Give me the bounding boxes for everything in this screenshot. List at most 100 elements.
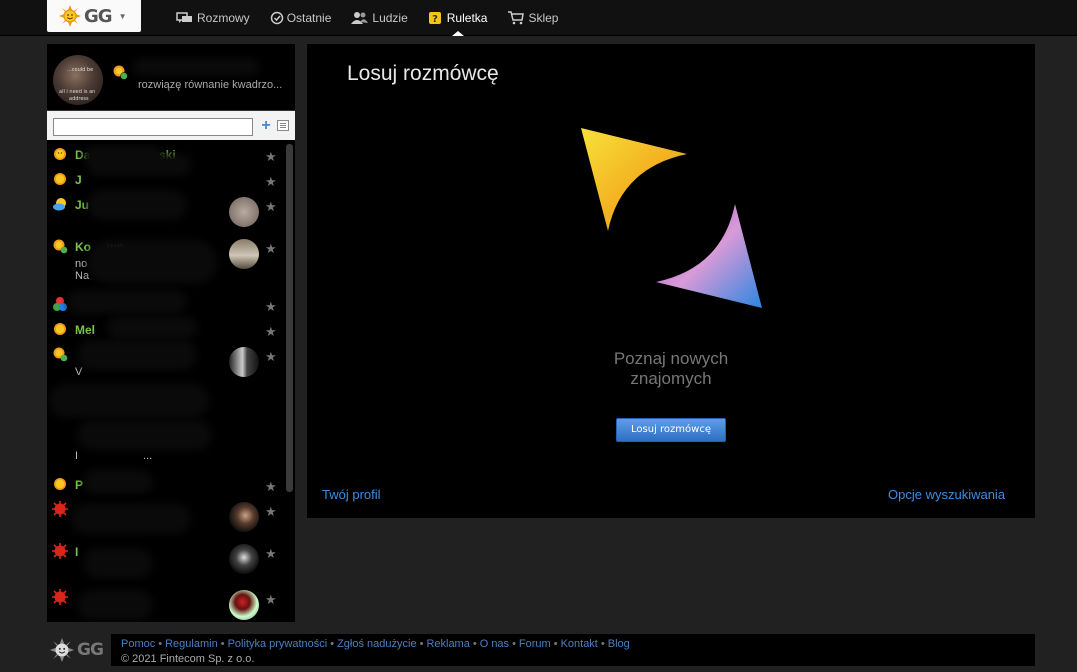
footer-link-contact[interactable]: Kontakt (561, 638, 598, 650)
roulette-tagline: Poznaj nowych znajomych (565, 349, 777, 389)
active-indicator (451, 31, 464, 36)
footer-link-pomoc[interactable]: Pomoc (121, 638, 155, 650)
contact-avatar[interactable] (229, 347, 259, 377)
status-online-icon (54, 323, 66, 335)
svg-text:?: ? (432, 14, 438, 25)
favorite-star-icon[interactable]: ★ (265, 174, 277, 190)
nav-rozmowy[interactable]: Rozmowy (166, 0, 260, 36)
status-online-icon (54, 148, 66, 160)
status-online-icon (54, 173, 66, 185)
redacted-area (77, 590, 153, 620)
contact-avatar[interactable] (229, 544, 259, 574)
roulette-icon: ? (428, 12, 441, 25)
contact-name: J (75, 173, 82, 187)
status-offline-icon (52, 589, 68, 605)
my-profile-link[interactable]: Twój profil (322, 487, 381, 502)
gg-sun-logo-icon (59, 5, 81, 27)
footer-link-about[interactable]: O nas (480, 638, 509, 650)
favorite-star-icon[interactable]: ★ (265, 546, 277, 562)
contact-avatar[interactable] (229, 590, 259, 620)
nav-ludzie[interactable]: Ludzie (341, 0, 417, 36)
contact-avatar[interactable] (229, 502, 259, 532)
favorite-star-icon[interactable]: ★ (265, 299, 277, 315)
my-description: rozwiązę równanie kwadrzo... (138, 79, 283, 91)
footer-logo-text: GG (77, 640, 104, 660)
contact-name: Mel (75, 323, 96, 337)
contact-avatar[interactable] (229, 197, 259, 227)
footer: Pomoc • Regulamin • Polityka prywatności • Zgł… (111, 634, 1035, 666)
contact-name: P (75, 478, 84, 492)
draw-partner-button[interactable]: Losuj rozmówcę (616, 418, 726, 442)
status-colorful-icon (53, 297, 67, 311)
tagline-line-2: znajomych (630, 369, 712, 388)
status-online-mobile-icon (53, 347, 68, 362)
status-offline-icon (52, 501, 68, 517)
main-nav: Rozmowy Ostatnie Ludzie ? Ruletka Sklep (166, 0, 568, 36)
search-options-link[interactable]: Opcje wyszukiwania (888, 487, 1005, 502)
status-online-mobile-icon (53, 239, 68, 254)
nav-sklep[interactable]: Sklep (497, 0, 568, 36)
contact-avatar[interactable] (229, 239, 259, 269)
redacted-area (67, 290, 187, 314)
my-profile[interactable]: ...could be all i need is an address roz… (47, 44, 295, 110)
contact-list-scrollbar[interactable] (286, 144, 293, 492)
redacted-area (77, 340, 197, 370)
chevron-down-icon: ▼ (118, 11, 127, 21)
contact-list: Da ski ★ J ★ Ju ★ Ko wn no Na ★ (47, 144, 295, 622)
roulette-panel: Losuj rozmówcę Poznaj nowych znajomych L… (307, 44, 1035, 518)
redacted-area (107, 316, 197, 340)
contact-description-tail: ... (143, 450, 153, 462)
redacted-area (83, 548, 153, 578)
footer-link-regulamin[interactable]: Regulamin (165, 638, 218, 650)
redacted-area (87, 190, 187, 220)
status-online-mobile-icon[interactable] (111, 63, 129, 81)
favorite-star-icon[interactable]: ★ (265, 199, 277, 215)
contact-description: Na (75, 270, 90, 282)
contact-description: I (75, 450, 79, 462)
footer-links: Pomoc • Regulamin • Polityka prywatności • Zgł… (121, 638, 630, 650)
favorite-star-icon[interactable]: ★ (265, 479, 277, 495)
favorite-star-icon[interactable]: ★ (265, 592, 277, 608)
redacted-area (133, 58, 259, 76)
contact-description: no (75, 258, 88, 270)
contact-description: V (75, 366, 83, 378)
footer-logo[interactable]: GG (50, 638, 104, 662)
redacted-area (87, 240, 217, 284)
redacted-area (83, 470, 153, 494)
nav-label: Ludzie (372, 11, 408, 25)
logo-text: GG (84, 5, 113, 27)
tagline-line-1: Poznaj nowych (613, 349, 729, 368)
redacted-area (71, 504, 191, 534)
cart-icon (508, 11, 525, 25)
list-item[interactable]: I ... (47, 440, 287, 466)
gg-sun-logo-icon (50, 638, 74, 662)
search-row: + (47, 110, 295, 140)
favorite-star-icon[interactable]: ★ (265, 241, 277, 257)
people-icon (351, 12, 369, 24)
add-contact-button[interactable]: + (259, 118, 273, 134)
footer-link-privacy[interactable]: Polityka prywatności (228, 638, 328, 650)
footer-link-blog[interactable]: Blog (608, 638, 630, 650)
redacted-area (49, 384, 209, 418)
top-bar: GG ▼ Rozmowy Ostatnie Ludzie ? Ruletka S… (0, 0, 1077, 36)
favorite-star-icon[interactable]: ★ (265, 504, 277, 520)
list-view-button[interactable] (277, 120, 289, 131)
copyright: © 2021 Fintecom Sp. z o.o. (121, 653, 255, 665)
nav-label: Ruletka (446, 11, 488, 25)
status-offline-icon (52, 543, 68, 559)
favorite-star-icon[interactable]: ★ (265, 349, 277, 365)
nav-label: Rozmowy (197, 11, 250, 25)
roulette-logo-icon (581, 128, 762, 308)
contacts-sidebar: ...could be all i need is an address roz… (47, 44, 295, 622)
nav-ruletka[interactable]: ? Ruletka (418, 0, 498, 36)
gg-logo-menu[interactable]: GG ▼ (47, 0, 141, 32)
favorite-star-icon[interactable]: ★ (265, 149, 277, 165)
footer-link-forum[interactable]: Forum (519, 638, 551, 650)
nav-ostatnie[interactable]: Ostatnie (260, 0, 342, 36)
contact-search-input[interactable] (53, 118, 253, 136)
footer-link-report-abuse[interactable]: Zgłoś nadużycie (337, 638, 417, 650)
my-avatar[interactable]: ...could be all i need is an address (53, 55, 103, 105)
favorite-star-icon[interactable]: ★ (265, 324, 277, 340)
clock-icon (270, 11, 283, 25)
footer-link-ads[interactable]: Reklama (426, 638, 469, 650)
